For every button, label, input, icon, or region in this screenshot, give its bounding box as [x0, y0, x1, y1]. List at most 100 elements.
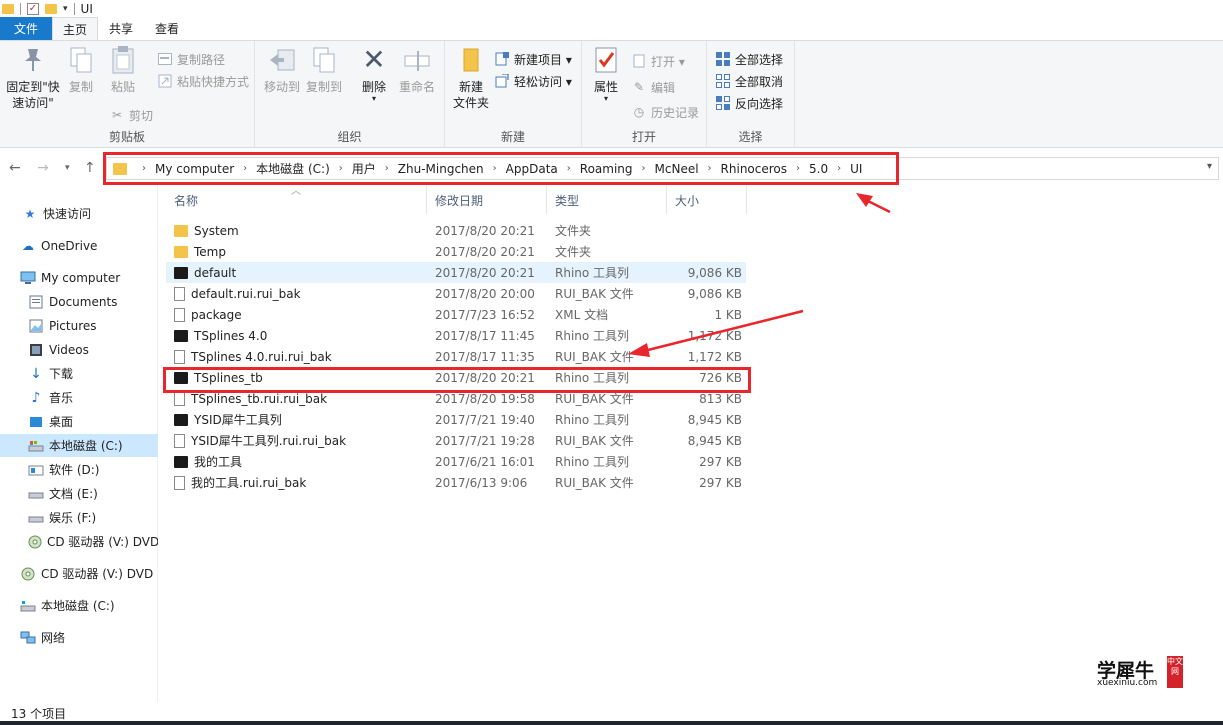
file-row[interactable]: System 2017/8/20 20:21 文件夹: [166, 220, 746, 241]
file-row[interactable]: default 2017/8/20 20:21 Rhino 工具列 9,086 KB: [166, 262, 746, 283]
file-row[interactable]: YSID犀牛工具列 2017/7/21 19:40 Rhino 工具列 8,945 K…: [166, 409, 746, 430]
chevron-right-icon[interactable]: ›: [142, 163, 146, 174]
copy-to-button[interactable]: 复制到: [305, 45, 343, 95]
tab-file[interactable]: 文件: [0, 17, 52, 40]
file-row[interactable]: 我的工具.rui.rui_bak 2017/6/13 9:06 RUI_BAK 文件…: [166, 472, 746, 493]
chevron-right-icon[interactable]: ›: [708, 163, 712, 174]
sidebar-item-desktop[interactable]: 桌面: [0, 410, 158, 433]
file-row[interactable]: package 2017/7/23 16:52 XML 文档 1 KB: [166, 304, 746, 325]
new-item-label: 新建项目 ▾: [514, 52, 572, 67]
invert-selection-label: 反向选择: [735, 96, 784, 111]
sidebar-item-network[interactable]: 网络: [0, 626, 158, 649]
customize-quick-access-icon[interactable]: ▾: [63, 4, 68, 14]
breadcrumb-users[interactable]: 用户: [352, 160, 376, 177]
new-item-button[interactable]: 新建项目 ▾: [494, 49, 572, 69]
sidebar-item-drive-f[interactable]: 娱乐 (F:): [0, 506, 158, 529]
rename-button[interactable]: 重命名: [395, 45, 439, 95]
breadcrumb-local-disk[interactable]: 本地磁盘 (C:): [256, 160, 330, 177]
file-row[interactable]: default.rui.rui_bak 2017/8/20 20:00 RUI_BA…: [166, 283, 746, 304]
breadcrumb-my-computer[interactable]: My computer: [155, 162, 234, 176]
history-button[interactable]: ◷ 历史记录: [631, 102, 699, 122]
open-button[interactable]: 打开 ▾: [631, 51, 685, 71]
sidebar-item-drive-d[interactable]: 软件 (D:): [0, 458, 158, 481]
invert-selection-button[interactable]: 反向选择: [715, 93, 783, 113]
column-header-size[interactable]: 大小: [667, 186, 747, 214]
copy-button[interactable]: 复制: [64, 45, 98, 95]
file-row[interactable]: TSplines_tb.rui.rui_bak 2017/8/20 19:58 RU…: [166, 388, 746, 409]
breadcrumb-roaming[interactable]: Roaming: [580, 162, 633, 176]
drive-icon: [28, 462, 44, 478]
edit-button[interactable]: ✎ 编辑: [631, 77, 675, 97]
select-none-button[interactable]: 全部取消: [715, 71, 783, 91]
select-all-button[interactable]: 全部选择: [715, 49, 783, 69]
sidebar-item-drive-e[interactable]: 文档 (E:): [0, 482, 158, 505]
column-header-date[interactable]: 修改日期: [427, 186, 547, 214]
file-row[interactable]: TSplines_tb 2017/8/20 20:21 Rhino 工具列 726 K…: [166, 367, 746, 388]
file-name-cell: TSplines_tb: [174, 371, 263, 385]
paste-button[interactable]: 粘贴: [106, 45, 140, 95]
chevron-right-icon[interactable]: ›: [567, 163, 571, 174]
properties-button[interactable]: 属性 ▾: [588, 45, 624, 103]
copy-path-button[interactable]: 复制路径: [157, 49, 225, 69]
tab-share[interactable]: 共享: [98, 17, 144, 40]
sidebar-item-downloads[interactable]: ↓ 下载: [0, 362, 158, 385]
column-header-name[interactable]: 名称: [166, 186, 427, 214]
sidebar-item-local-disk-c[interactable]: 本地磁盘 (C:): [0, 434, 158, 457]
file-row[interactable]: TSplines 4.0 2017/8/17 11:45 Rhino 工具列 1,17…: [166, 325, 746, 346]
back-arrow-icon[interactable]: ←: [9, 160, 21, 176]
sidebar-item-quick-access[interactable]: ★ 快速访问: [0, 202, 158, 225]
sidebar-item-pictures[interactable]: Pictures: [0, 314, 158, 337]
copy-icon: [66, 45, 96, 75]
file-row[interactable]: TSplines 4.0.rui.rui_bak 2017/8/17 11:35 R…: [166, 346, 746, 367]
file-row[interactable]: 我的工具 2017/6/21 16:01 Rhino 工具列 297 KB: [166, 451, 746, 472]
easy-access-button[interactable]: 轻松访问 ▾: [494, 71, 572, 91]
new-folder-button[interactable]: 新建 文件夹: [449, 45, 493, 111]
recent-locations-chevron-icon[interactable]: ▾: [65, 163, 70, 173]
move-to-button[interactable]: 移动到: [263, 45, 301, 95]
chevron-right-icon[interactable]: ›: [243, 163, 247, 174]
chevron-right-icon[interactable]: ›: [642, 163, 646, 174]
forward-arrow-icon[interactable]: →: [37, 160, 49, 176]
sidebar-item-local-disk-root[interactable]: 本地磁盘 (C:): [0, 594, 158, 617]
network-icon: [20, 630, 36, 646]
sidebar-item-my-computer[interactable]: My computer: [0, 266, 158, 289]
breadcrumb-user[interactable]: Zhu-Mingchen: [398, 162, 484, 176]
chevron-right-icon[interactable]: ›: [837, 163, 841, 174]
tab-home[interactable]: 主页: [52, 17, 98, 40]
chevron-right-icon[interactable]: ›: [385, 163, 389, 174]
sidebar-item-onedrive[interactable]: ☁ OneDrive: [0, 234, 158, 257]
sidebar-item-videos[interactable]: Videos: [0, 338, 158, 361]
column-header-type[interactable]: 类型: [547, 186, 667, 214]
chevron-right-icon[interactable]: ›: [796, 163, 800, 174]
paste-shortcut-button[interactable]: 粘贴快捷方式: [157, 71, 249, 91]
cut-button[interactable]: ✂ 剪切: [109, 105, 153, 125]
address-bar[interactable]: › My computer › 本地磁盘 (C:) › 用户 › Zhu-Min…: [106, 157, 1219, 180]
file-row[interactable]: Temp 2017/8/20 20:21 文件夹: [166, 241, 746, 262]
address-dropdown-icon[interactable]: ▾: [1207, 161, 1212, 172]
tab-view[interactable]: 查看: [144, 17, 190, 40]
sidebar-item-label: Pictures: [49, 318, 97, 333]
sidebar-item-music[interactable]: ♪ 音乐: [0, 386, 158, 409]
breadcrumb-ui[interactable]: UI: [850, 162, 862, 176]
file-row[interactable]: YSID犀牛工具列.rui.rui_bak 2017/7/21 19:28 RUI_…: [166, 430, 746, 451]
chevron-right-icon[interactable]: ›: [339, 163, 343, 174]
pin-quick-access-button[interactable]: 固定到"快 速访问": [4, 45, 62, 111]
sidebar-item-cd-drive[interactable]: CD 驱动器 (V:) DVD: [0, 530, 158, 553]
file-size: 9,086 KB: [687, 265, 742, 280]
delete-button[interactable]: ✕ 删除 ▾: [355, 45, 393, 103]
new-folder-quick-icon[interactable]: [45, 3, 57, 14]
breadcrumb-mcneel[interactable]: McNeel: [655, 162, 699, 176]
chevron-right-icon[interactable]: ›: [493, 163, 497, 174]
breadcrumb-version[interactable]: 5.0: [809, 162, 828, 176]
properties-quick-icon[interactable]: ✓: [27, 2, 39, 15]
up-arrow-icon[interactable]: ↑: [84, 160, 96, 176]
cd-icon: [20, 566, 36, 582]
properties-dropdown-icon[interactable]: ▾: [604, 95, 608, 103]
breadcrumb-rhinoceros[interactable]: Rhinoceros: [721, 162, 787, 176]
delete-dropdown-icon[interactable]: ▾: [372, 95, 376, 103]
sidebar-item-label: 音乐: [49, 391, 74, 405]
breadcrumb-appdata[interactable]: AppData: [506, 162, 558, 176]
sidebar-item-cd-drive-root[interactable]: CD 驱动器 (V:) DVD: [0, 562, 158, 585]
sidebar-item-documents[interactable]: Documents: [0, 290, 158, 313]
rename-icon: [402, 45, 432, 75]
